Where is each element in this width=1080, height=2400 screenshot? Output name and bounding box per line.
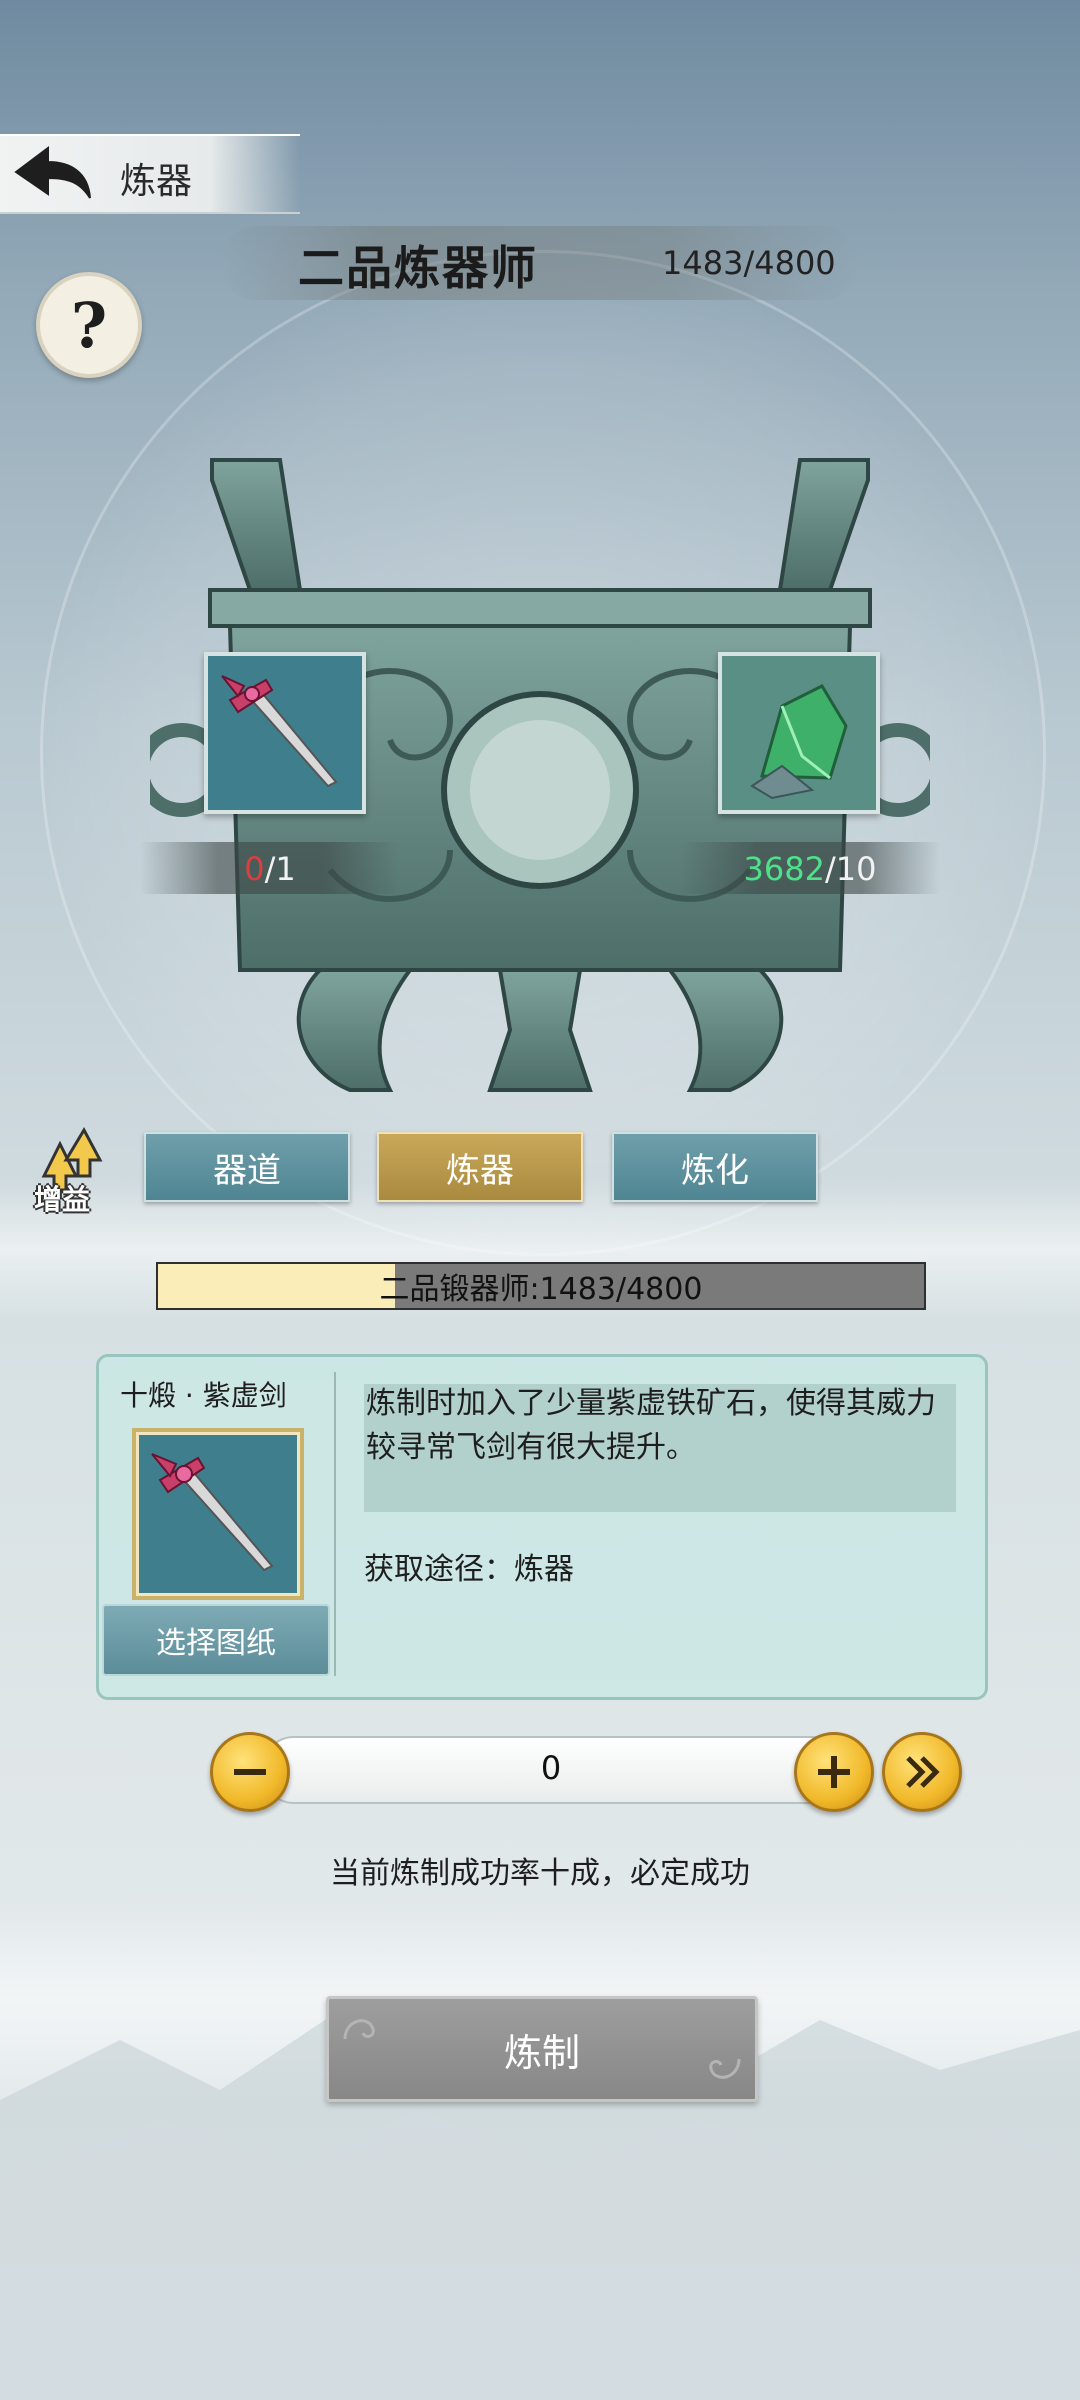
tab-smelt[interactable]: 炼化 — [612, 1132, 818, 1202]
increase-button[interactable] — [794, 1732, 874, 1812]
item-description: 炼制时加入了少量紫虚铁矿石，使得其威力较寻常飞剑有很大提升。 — [366, 1386, 936, 1465]
rank-progress-bar: 二品锻器师:1483/4800 — [156, 1262, 926, 1310]
background-mountains — [0, 2010, 1080, 2400]
back-arrow-icon — [14, 146, 91, 199]
blueprint-count: 0/1 — [140, 842, 400, 894]
cloud-swirl-icon — [709, 2058, 741, 2079]
cloud-swirl-icon — [343, 2019, 375, 2040]
rank-progress-text: 1483/4800 — [662, 244, 836, 282]
rank-title: 二品炼器师 — [298, 241, 538, 295]
header-bar: 炼器 — [0, 134, 300, 214]
item-source: 获取途径：炼器 — [364, 1552, 574, 1587]
material-count: 3682/10 — [680, 842, 940, 894]
craft-button[interactable]: 炼制 — [326, 1996, 758, 2102]
buff-label[interactable]: 增益 — [34, 1178, 90, 1218]
panel-divider — [334, 1372, 336, 1676]
back-button[interactable] — [8, 142, 98, 206]
select-blueprint-button[interactable]: 选择图纸 — [102, 1604, 330, 1676]
progress-label: 二品锻器师:1483/4800 — [379, 1272, 703, 1307]
sword-icon — [221, 675, 338, 788]
crafting-screen: { "header": { "title": "炼器" }, "rank": {… — [0, 0, 1080, 2400]
max-quantity-button[interactable] — [882, 1732, 962, 1812]
quantity-value[interactable]: 0 — [262, 1736, 840, 1800]
decrease-button[interactable] — [210, 1732, 290, 1812]
sword-icon — [151, 1453, 274, 1572]
item-name: 十煅 · 紫虚剑 — [120, 1379, 287, 1412]
green-crystal-icon — [750, 684, 848, 800]
double-chevron-right-icon — [906, 1756, 940, 1788]
tab-refine[interactable]: 炼器 — [377, 1132, 583, 1202]
tab-dao[interactable]: 器道 — [144, 1132, 350, 1202]
question-mark-icon: ? — [70, 288, 108, 362]
material-slot[interactable] — [718, 652, 880, 814]
plus-icon — [818, 1756, 850, 1788]
page-title: 炼器 — [120, 161, 193, 202]
item-image — [132, 1428, 304, 1600]
help-button[interactable]: ? — [36, 272, 142, 378]
blueprint-slot[interactable] — [204, 652, 366, 814]
craft-button-label: 炼制 — [503, 2030, 580, 2075]
success-rate-text: 当前炼制成功率十成，必定成功 — [330, 1856, 750, 1891]
minus-icon — [234, 1769, 266, 1775]
